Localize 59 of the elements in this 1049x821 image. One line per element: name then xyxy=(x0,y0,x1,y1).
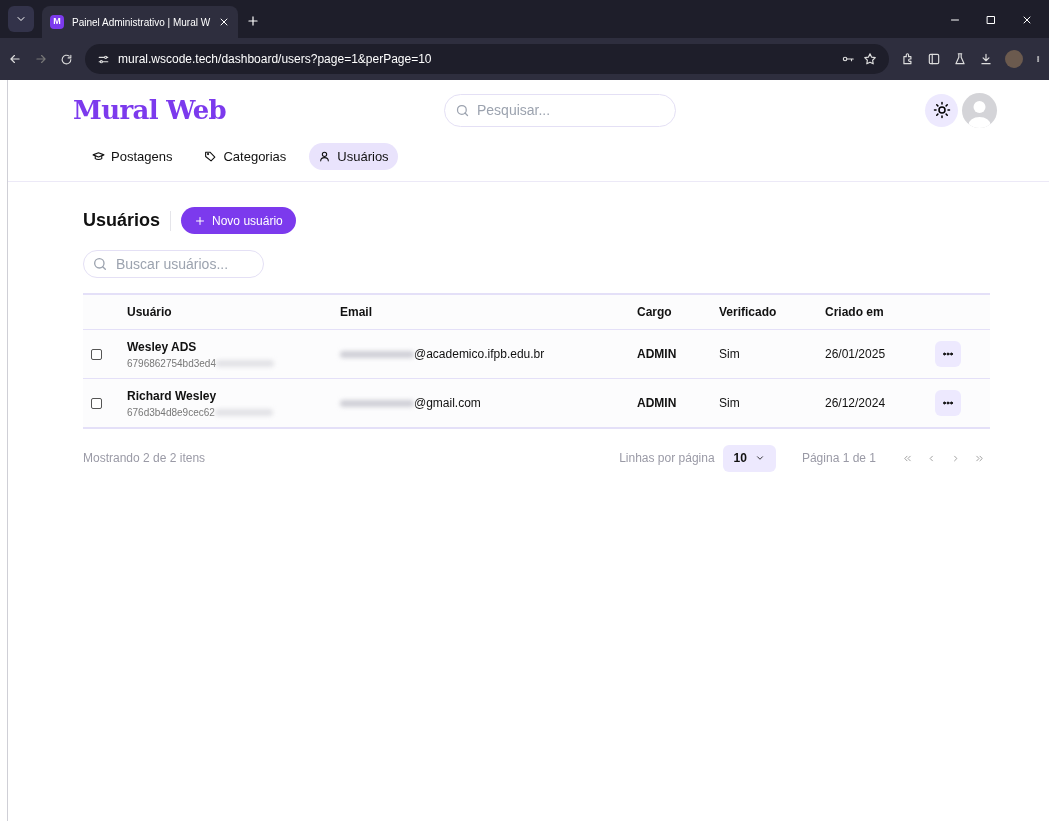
logo: Mural Web xyxy=(73,93,228,127)
flask-icon[interactable] xyxy=(953,52,967,66)
nav-tab[interactable]: Postagens xyxy=(83,143,182,170)
column-header: Email xyxy=(340,304,373,321)
verified-cell-text: Sim xyxy=(719,346,741,363)
tag-icon xyxy=(204,150,218,163)
close-icon[interactable] xyxy=(1021,14,1033,26)
actions-button[interactable] xyxy=(935,390,961,416)
user-name: Wesley ADS xyxy=(127,338,198,356)
extensions-icon[interactable] xyxy=(901,52,915,66)
star-icon[interactable] xyxy=(863,52,877,66)
pagination-summary: Mostrando 2 de 2 itens xyxy=(83,450,206,467)
tab-title: Painel Administrativo | Mural W xyxy=(72,15,211,30)
column-header: Criado em xyxy=(825,304,885,321)
column-header: Usuário xyxy=(127,304,173,321)
reload-icon[interactable] xyxy=(60,52,73,66)
user-id: 6796862754bd3ed4 xyxy=(127,356,216,371)
person-icon xyxy=(318,150,332,163)
email-cell-text: @gmail.com xyxy=(414,395,481,412)
theme-toggle-button[interactable] xyxy=(925,93,958,127)
email-cell-text: @academico.ifpb.edu.br xyxy=(414,346,545,363)
browser-tab[interactable]: M Painel Administrativo | Mural W xyxy=(42,6,239,38)
graduation-cap-icon xyxy=(92,150,105,163)
search-field[interactable]: Pesquisar... xyxy=(444,93,676,127)
sun-icon xyxy=(932,101,951,119)
row-checkbox[interactable] xyxy=(91,397,102,409)
column-header: Cargo xyxy=(637,304,673,321)
page-indicator: Página 1 de 1 xyxy=(801,450,876,467)
column-header: Verificado xyxy=(719,304,778,321)
nav-tab[interactable]: Usuários xyxy=(309,143,398,170)
address-bar[interactable]: mural.wscode.tech/dashboard/users?page=1&perPage=10 xyxy=(85,44,889,74)
forward-icon[interactable] xyxy=(34,52,48,66)
tab-list-button[interactable] xyxy=(8,6,34,32)
role-cell-text: ADMIN xyxy=(637,395,678,412)
user-name: Richard Wesley xyxy=(127,387,218,405)
url-text: mural.wscode.tech/dashboard/users?page=1&perPage=10 xyxy=(118,51,433,68)
favicon: M xyxy=(50,15,64,29)
search-icon xyxy=(455,102,470,118)
date-cell-text: 26/01/2025 xyxy=(825,346,887,363)
search-field[interactable]: Buscar usuários... xyxy=(83,250,264,278)
actions-button[interactable] xyxy=(935,341,961,367)
verified-cell-text: Sim xyxy=(719,395,741,412)
maximize-icon[interactable] xyxy=(985,14,997,26)
chevron-down-icon xyxy=(754,453,765,463)
rows-per-page-label: Linhas por página xyxy=(619,450,715,467)
row-checkbox[interactable] xyxy=(91,348,102,360)
page-title: Usuários xyxy=(83,209,161,232)
nav-tab[interactable]: Categorias xyxy=(195,143,296,170)
role-cell-text: ADMIN xyxy=(637,346,678,363)
user-id: 676d3b4d8e9cec62 xyxy=(127,405,215,420)
back-icon[interactable] xyxy=(8,52,22,66)
download-icon[interactable] xyxy=(979,52,993,66)
sidebar-icon[interactable] xyxy=(927,52,941,66)
rows-per-page-select[interactable]: 10 xyxy=(722,444,776,472)
date-cell-text: 26/12/2024 xyxy=(825,395,887,412)
plus-icon xyxy=(194,214,207,227)
search-icon xyxy=(92,256,108,272)
new-user-button[interactable]: Novo usuário xyxy=(181,207,296,234)
new-tab-icon[interactable] xyxy=(246,14,261,28)
